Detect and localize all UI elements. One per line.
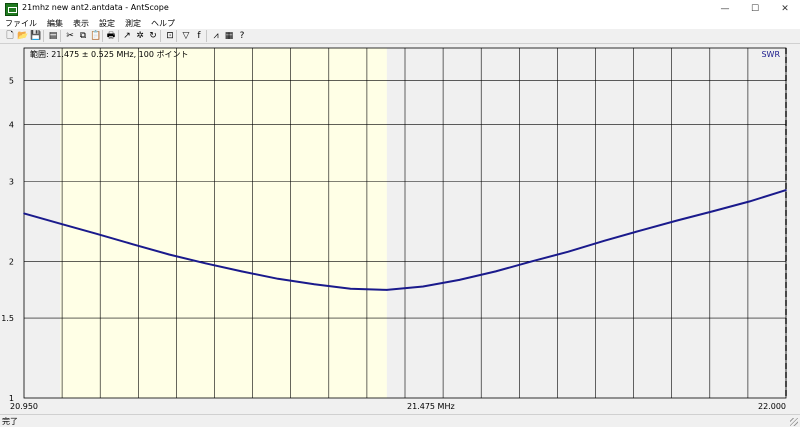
swr-data-point — [422, 285, 424, 288]
swr-data-point — [494, 270, 497, 273]
calendar-icon: ▦ — [224, 31, 234, 41]
swr-data-point — [168, 253, 170, 256]
save-button[interactable]: 💾 — [30, 30, 42, 42]
open-folder-button[interactable]: 📂 — [17, 30, 29, 42]
refresh-button[interactable]: ↻ — [147, 30, 159, 42]
toolbar-separator — [118, 30, 119, 42]
paste-button[interactable]: 📋 — [90, 30, 102, 42]
toolbar-separator — [60, 30, 61, 42]
status-text: 完了 — [2, 417, 18, 426]
close-button[interactable]: ✕ — [770, 0, 800, 17]
y-tick-label: 1.5 — [1, 314, 14, 323]
swr-data-point — [277, 278, 279, 280]
save-icon: 💾 — [30, 31, 42, 41]
copy-icon: ⧉ — [79, 31, 87, 41]
swr-data-point — [349, 287, 352, 290]
zoom-button[interactable]: ⊡ — [164, 30, 176, 42]
help-icon: ? — [239, 31, 245, 41]
open-folder-icon: 📂 — [17, 31, 29, 41]
menu-bar: ファイル 編集 表示 設定 測定 ヘルプ — [0, 17, 800, 29]
toolbar-separator — [176, 30, 177, 42]
chart-button[interactable]: ↗ — [121, 30, 133, 42]
swr-graph-button[interactable]: ⩘ — [210, 30, 222, 42]
print-button[interactable]: 🖶 — [105, 30, 117, 42]
swr-plot[interactable]: 11.5234520.950 21.475 MHz 22.000範囲: 21.475… — [0, 44, 800, 414]
window-title: 21mhz new ant2.antdata - AntScope — [22, 3, 169, 12]
frequency-icon: f — [197, 31, 201, 41]
swr-data-point — [603, 239, 606, 242]
swr-data-point — [748, 200, 751, 203]
copy-button[interactable]: ⧉ — [77, 30, 89, 42]
menu-measure[interactable]: 測定 — [120, 18, 146, 29]
range-info-label: 範囲: 21.475 ± 0.525 MHz, 100 ポイント — [30, 49, 188, 59]
swr-data-point — [531, 260, 533, 263]
print-icon: 🖶 — [106, 31, 116, 41]
y-tick-label: 2 — [9, 257, 14, 266]
x-tick-label: 22.000 — [758, 402, 786, 411]
frequency-button[interactable]: f — [193, 30, 205, 42]
swr-data-point — [712, 210, 715, 212]
y-tick-label: 3 — [9, 177, 14, 186]
swr-data-point — [567, 250, 570, 253]
new-file-icon: 🗋 — [6, 31, 14, 41]
swr-data-point — [676, 219, 678, 222]
antscope-app-icon — [5, 3, 18, 16]
menu-edit[interactable]: 編集 — [42, 18, 68, 29]
title-bar: 21mhz new ant2.antdata - AntScope — ☐ ✕ — [0, 0, 800, 18]
filter-icon: ▽ — [182, 31, 190, 41]
menu-view[interactable]: 表示 — [68, 18, 94, 29]
resize-grip-icon[interactable] — [790, 418, 798, 426]
chart-icon: ↗ — [123, 31, 131, 41]
y-tick-label: 5 — [9, 77, 14, 86]
calendar-button[interactable]: ▦ — [223, 30, 235, 42]
swr-data-point — [458, 279, 461, 281]
swr-data-point — [59, 222, 62, 225]
toolbar-separator — [206, 30, 207, 42]
menu-settings[interactable]: 設定 — [94, 18, 120, 29]
maximize-button[interactable]: ☐ — [740, 0, 770, 17]
toolbar-separator — [102, 30, 103, 42]
swr-graph-icon: ⩘ — [213, 31, 219, 41]
filter-button[interactable]: ▽ — [180, 30, 192, 42]
swr-data-point — [386, 289, 388, 291]
scan-button[interactable]: ✲ — [134, 30, 146, 42]
toolbar: 🗋 📂 💾 ▤ ✂ ⧉ 📋 🖶 ↗ ✲ ↻ ⊡ ▽ f ⩘ ▦? — [0, 29, 800, 44]
swr-data-point — [204, 262, 207, 265]
swr-data-point — [23, 212, 25, 215]
menu-help[interactable]: ヘルプ — [146, 18, 180, 29]
toolbar-separator — [43, 30, 44, 42]
help-button[interactable]: ? — [236, 30, 248, 42]
status-bar: 完了 — [0, 414, 800, 427]
swr-mode-label: SWR — [761, 50, 780, 59]
swr-data-point — [132, 243, 134, 246]
refresh-icon: ↻ — [149, 31, 157, 41]
cut-icon: ✂ — [66, 31, 74, 41]
swr-data-point — [785, 189, 787, 191]
swr-data-point — [95, 232, 98, 235]
zoom-icon: ⊡ — [166, 31, 174, 41]
x-tick-label: 21.475 MHz — [407, 402, 455, 411]
swr-data-point — [640, 229, 642, 232]
menu-file[interactable]: ファイル — [0, 18, 42, 29]
highlight-band — [60, 48, 387, 398]
format-icon: ▤ — [48, 31, 58, 41]
x-tick-label: 20.950 — [10, 402, 38, 411]
cut-button[interactable]: ✂ — [64, 30, 76, 42]
swr-data-point — [313, 283, 316, 286]
scan-icon: ✲ — [136, 31, 144, 41]
toolbar-separator — [160, 30, 161, 42]
paste-icon: 📋 — [90, 31, 102, 41]
format-button[interactable]: ▤ — [47, 30, 59, 42]
y-tick-label: 4 — [9, 121, 14, 130]
swr-data-point — [240, 270, 243, 273]
new-file-button[interactable]: 🗋 — [4, 30, 16, 42]
minimize-button[interactable]: — — [710, 0, 740, 17]
